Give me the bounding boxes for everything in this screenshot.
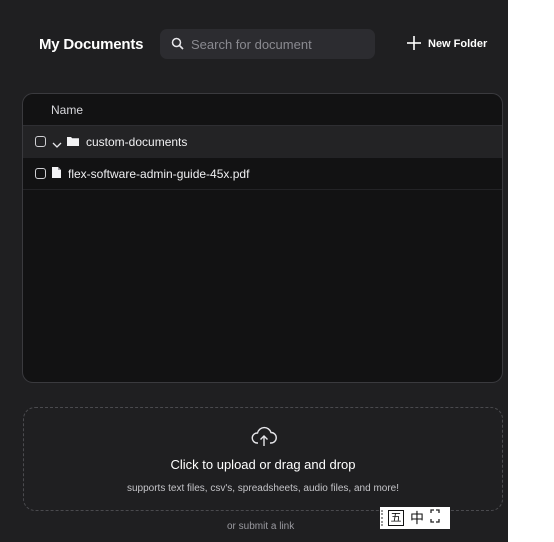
input-layout-icon[interactable]: 五 <box>388 510 404 526</box>
upload-subtitle: supports text files, csv's, spreadsheets… <box>126 483 400 494</box>
upload-dropzone[interactable]: Click to upload or drag and drop support… <box>23 407 503 511</box>
folder-icon <box>67 135 79 149</box>
documents-panel: My Documents Search for document New Fol… <box>0 0 508 542</box>
ime-toolbar[interactable]: 五 中 <box>380 507 450 529</box>
new-folder-label: New Folder <box>428 38 488 50</box>
search-input[interactable]: Search for document <box>160 29 375 59</box>
table-header: Name <box>23 94 502 126</box>
expand-icon[interactable] <box>430 509 440 527</box>
upload-title: Click to upload or drag and drop <box>170 457 356 472</box>
table-row-file[interactable]: flex-software-admin-guide-45x.pdf <box>23 158 502 190</box>
row-checkbox[interactable] <box>35 136 46 147</box>
search-icon <box>171 37 184 55</box>
new-folder-button[interactable]: New Folder <box>407 34 487 54</box>
drag-handle[interactable] <box>381 510 385 526</box>
page-title: My Documents <box>39 36 144 53</box>
plus-icon <box>407 35 421 53</box>
documents-table: Name custom-documents flex-software-admi… <box>22 93 503 383</box>
column-header-name[interactable]: Name <box>51 103 83 117</box>
cloud-upload-icon <box>251 426 277 453</box>
table-row-folder[interactable]: custom-documents <box>23 126 502 158</box>
row-name: flex-software-admin-guide-45x.pdf <box>68 166 250 181</box>
submit-link[interactable]: or submit a link <box>227 521 294 532</box>
row-checkbox[interactable] <box>35 168 46 179</box>
chevron-down-icon[interactable] <box>52 138 62 148</box>
search-placeholder: Search for document <box>191 37 312 52</box>
file-icon <box>52 166 61 181</box>
input-mode-indicator[interactable]: 中 <box>410 508 424 528</box>
row-name: custom-documents <box>86 134 188 149</box>
